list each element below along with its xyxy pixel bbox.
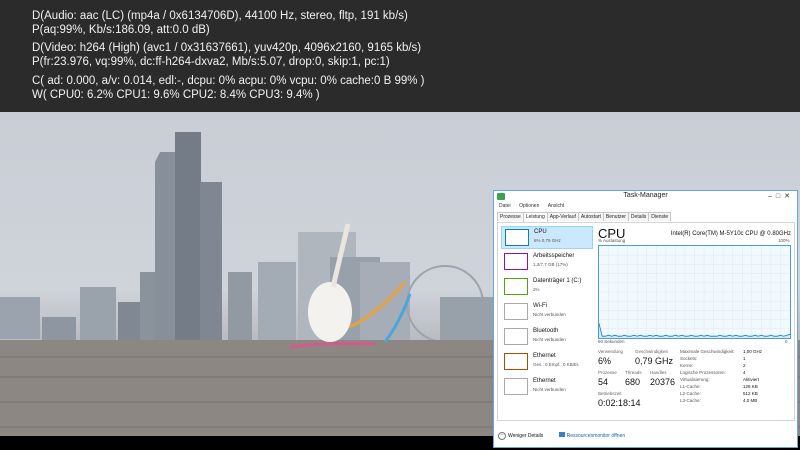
spec-label: L2-Cache: xyxy=(680,391,701,396)
spec-label: Logische Prozessoren: xyxy=(680,370,726,375)
fewer-details-label: Weniger Details xyxy=(508,433,544,439)
playback-stats-overlay: D(Audio: aac (LC) (mp4a / 0x6134706D), 4… xyxy=(0,0,800,112)
spec-label: Kerne: xyxy=(680,363,694,368)
bluetooth-thumbnail xyxy=(504,328,528,345)
tab-details[interactable]: Details xyxy=(627,212,650,221)
spec-value: 1 xyxy=(743,356,746,361)
spec-value: 2 xyxy=(743,363,746,368)
spec-value: 512 KB xyxy=(743,391,758,396)
graph-ylabel: % Auslastung xyxy=(598,238,626,243)
performance-panel: CPU 6% 0,79 GHz Arbeitsspeicher 1,3/7,7 … xyxy=(497,222,795,421)
speed-value: 0,79 GHz xyxy=(635,356,674,366)
resource-item-wifi[interactable]: Wi-Fi Nicht verbunden xyxy=(501,301,593,324)
maximize-button[interactable]: □ xyxy=(776,193,784,200)
spec-label: Sockets: xyxy=(680,356,698,361)
menu-datei[interactable]: Datei xyxy=(499,203,511,209)
processes-value: 54 xyxy=(598,377,609,387)
ethernet-2-thumbnail xyxy=(504,378,528,395)
ethernet-thumbnail xyxy=(504,353,528,370)
resource-sub: Nicht verbunden xyxy=(533,312,566,317)
graph-xlabel: 60 Sekunden xyxy=(598,339,625,344)
resource-name: Ethernet xyxy=(533,378,556,384)
clock-stats-line: C( ad: 0.000, a/v: 0.014, edl:-, dcpu: 0… xyxy=(32,75,425,87)
usage-label: Verwendung xyxy=(598,349,624,354)
cpu-thumbnail xyxy=(505,229,529,246)
resource-item-ethernet[interactable]: Ethernet Ges.: 0 Empf.: 0 KBit/s xyxy=(501,351,593,374)
menu-optionen[interactable]: Optionen xyxy=(519,203,539,209)
audio-stats-line: P(aq:99%, Kb/s:186.09, att:0.0 dB) xyxy=(32,24,210,36)
resource-monitor-link[interactable]: Ressourcenmonitor öffnen xyxy=(558,432,626,439)
graph-xmin: 0 xyxy=(785,339,788,344)
uptime-label: Betriebszeit xyxy=(598,391,622,396)
task-manager-window[interactable]: Task-Manager –□✕ Datei Optionen Ansicht … xyxy=(493,190,798,448)
uptime-value: 0:02:18:14 xyxy=(598,398,641,408)
minimize-button[interactable]: – xyxy=(768,193,776,200)
wifi-thumbnail xyxy=(504,303,528,320)
video-decoder-line: D(Video: h264 (High) (avc1 / 0x31637661)… xyxy=(32,42,422,54)
resource-sub: 6% 0,79 GHz xyxy=(534,238,561,243)
resource-item-bluetooth[interactable]: Bluetooth Nicht verbunden xyxy=(501,326,593,349)
chevron-up-icon: ⌃ xyxy=(498,432,506,440)
resource-name: Ethernet xyxy=(533,353,556,359)
resource-sub: Nicht verbunden xyxy=(533,387,566,392)
spec-label: L1-Cache: xyxy=(680,384,701,389)
processes-label: Prozesse xyxy=(598,370,617,375)
resource-name: Datenträger 1 (C:) xyxy=(533,278,582,284)
spec-value: 128 KB xyxy=(743,384,758,389)
tab-benutzer[interactable]: Benutzer xyxy=(602,212,629,221)
cpu-graph-svg xyxy=(598,246,791,338)
window-controls: –□✕ xyxy=(768,192,794,200)
spec-value: Aktiviert xyxy=(743,377,760,382)
menu-ansicht[interactable]: Ansicht xyxy=(548,203,564,209)
resource-monitor-icon xyxy=(558,432,565,437)
usage-value: 6% xyxy=(598,356,612,366)
speed-label: Geschwindigkeit xyxy=(635,349,668,354)
audio-decoder-line: D(Audio: aac (LC) (mp4a / 0x6134706D), 4… xyxy=(32,10,408,22)
threads-value: 680 xyxy=(625,377,641,387)
threads-label: Threads xyxy=(625,370,642,375)
tab-dienste[interactable]: Dienste xyxy=(648,212,672,221)
spec-label: Maximale Geschwindigkeit: xyxy=(680,349,735,354)
resource-item-memory[interactable]: Arbeitsspeicher 1,3/7,7 GB (17%) xyxy=(501,251,593,274)
video-stats-line: P(fr:23.976, vq:99%, dc:ff-h264-dxva2, M… xyxy=(32,56,390,68)
cpu-stats-line: W( CPU0: 6.2% CPU1: 9.6% CPU2: 8.4% CPU3… xyxy=(32,89,320,101)
close-button[interactable]: ✕ xyxy=(784,193,794,200)
spec-label: Virtualisierung: xyxy=(680,377,710,382)
resource-sub: 2% xyxy=(533,287,540,292)
resource-name: Wi-Fi xyxy=(533,303,547,309)
spec-value: 1,00 GHz xyxy=(743,349,763,354)
disk-thumbnail xyxy=(504,278,528,295)
spec-value: 4,0 MB xyxy=(743,398,758,403)
tab-autostart[interactable]: Autostart xyxy=(577,212,604,221)
resource-sub: Nicht verbunden xyxy=(533,337,566,342)
cpu-usage-graph xyxy=(598,245,791,339)
resource-name: Arbeitsspeicher xyxy=(533,253,575,259)
handles-value: 20376 xyxy=(650,377,676,387)
menu-bar: Datei Optionen Ansicht xyxy=(494,203,797,211)
resource-sub: 1,3/7,7 GB (17%) xyxy=(533,262,568,267)
resource-name: Bluetooth xyxy=(533,328,559,334)
spec-label: L3-Cache: xyxy=(680,398,701,403)
resource-name: CPU xyxy=(534,229,547,235)
resource-monitor-label: Ressourcenmonitor öffnen xyxy=(566,433,626,439)
cpu-model: Intel(R) Core(TM) M-5Y10c CPU @ 0.80GHz xyxy=(670,231,791,237)
window-title: Task-Manager xyxy=(623,192,668,199)
resource-item-disk[interactable]: Datenträger 1 (C:) 2% xyxy=(501,276,593,299)
handles-label: Handles xyxy=(650,370,667,375)
tab-prozesse[interactable]: Prozesse xyxy=(497,212,524,221)
footer: ⌃ Weniger Details Ressourcenmonitor öffne… xyxy=(498,432,625,440)
graph-ymax: 100% xyxy=(778,238,790,243)
resource-sub: Ges.: 0 Empf.: 0 KBit/s xyxy=(533,362,579,367)
resource-item-cpu[interactable]: CPU 6% 0,79 GHz xyxy=(501,226,593,249)
title-bar[interactable]: Task-Manager –□✕ xyxy=(494,191,797,203)
spec-value: 4 xyxy=(743,370,746,375)
tab-strip: Prozesse Leistung App-Verlauf Autostart Benu… xyxy=(497,212,672,224)
memory-thumbnail xyxy=(504,253,528,270)
fewer-details-button[interactable]: ⌃ Weniger Details xyxy=(498,432,544,440)
resource-item-ethernet-2[interactable]: Ethernet Nicht verbunden xyxy=(501,376,593,399)
tab-app-verlauf[interactable]: App-Verlauf xyxy=(546,212,579,221)
